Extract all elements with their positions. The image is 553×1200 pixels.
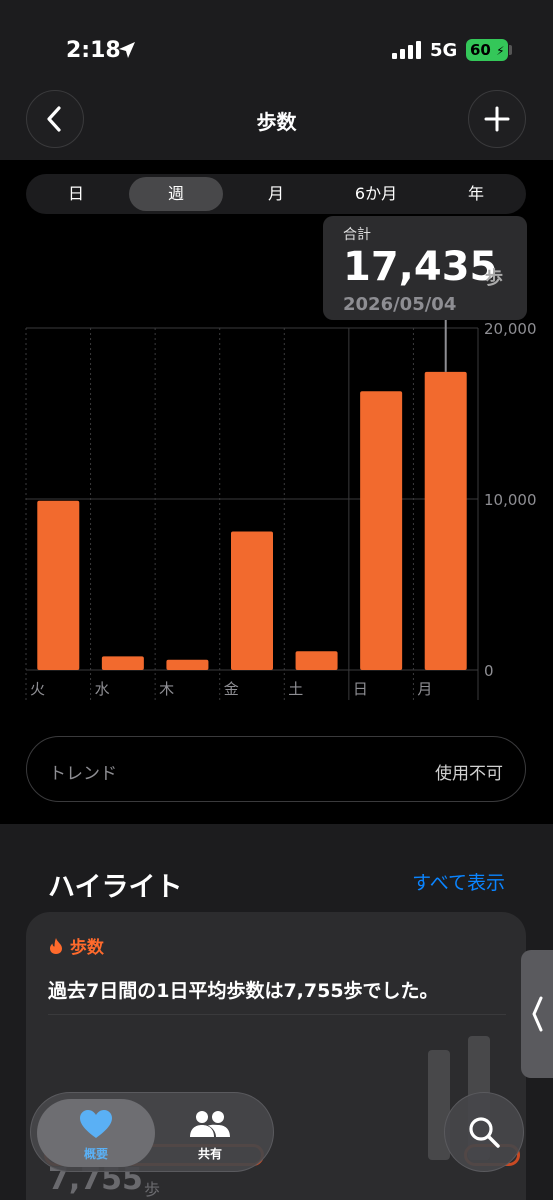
network-type: 5G	[430, 40, 458, 61]
segment-six-months[interactable]: 6か月	[329, 177, 423, 211]
segment-month[interactable]: 月	[229, 177, 323, 211]
x-tick-label: 木	[159, 680, 174, 698]
x-tick-label: 土	[288, 680, 303, 698]
y-tick-label: 0	[484, 662, 494, 680]
chevron-left-icon	[532, 996, 543, 1032]
bar-3[interactable]	[231, 531, 273, 670]
card-divider	[48, 1014, 506, 1015]
bar-0[interactable]	[37, 500, 80, 670]
search-icon	[469, 1117, 500, 1148]
trend-label: トレンド	[49, 764, 117, 784]
callout-label: 合計	[343, 227, 371, 243]
tab-sharing-label: 共有	[197, 1147, 222, 1161]
highlight-unit: 歩	[144, 1180, 161, 1199]
trend-row[interactable]: トレンド 使用不可	[26, 736, 526, 802]
time-range-segmented-control: 日 週 月 6か月 年	[26, 174, 526, 214]
y-tick-label: 10,000	[484, 491, 537, 509]
y-tick-label: 20,000	[484, 320, 537, 338]
battery-tip	[509, 45, 512, 55]
segment-year[interactable]: 年	[429, 177, 523, 211]
x-tick-label: 月	[417, 680, 432, 698]
x-tick-label: 日	[353, 680, 368, 698]
tab-sharing[interactable]: 共有	[151, 1099, 269, 1167]
bar-1[interactable]	[101, 656, 144, 670]
highlight-text: 過去7日間の1日平均歩数は7,755歩でした。	[48, 980, 439, 1002]
callout-date: 2026/05/04	[343, 294, 457, 315]
bar-5[interactable]	[360, 391, 403, 670]
trend-value: 使用不可	[435, 764, 503, 784]
show-all-link[interactable]: すべて表示	[412, 868, 505, 895]
segment-week[interactable]: 週	[129, 177, 223, 211]
bar-4[interactable]	[295, 651, 338, 670]
heart-icon	[80, 1110, 112, 1138]
highlight-category: 歩数	[48, 933, 104, 958]
charging-icon: ⚡	[496, 44, 505, 58]
battery-indicator: 60 ⚡	[466, 39, 508, 61]
bar-2[interactable]	[166, 659, 209, 670]
x-tick-label: 金	[224, 680, 239, 698]
tab-bar: 概要 共有	[30, 1092, 274, 1172]
highlight-category-label: 歩数	[69, 938, 104, 958]
side-panel-handle[interactable]	[521, 950, 553, 1078]
battery-level: 60	[470, 41, 491, 59]
segment-day[interactable]: 日	[29, 177, 123, 211]
add-data-button[interactable]	[468, 90, 526, 148]
x-tick-label: 水	[95, 680, 110, 698]
flame-icon	[50, 938, 62, 954]
selection-callout: 合計 17,435 歩 2026/05/04	[323, 216, 527, 320]
status-bar: 2:18 5G 60 ⚡	[0, 0, 553, 100]
people-icon	[190, 1111, 230, 1137]
callout-unit: 歩	[485, 268, 503, 289]
search-button[interactable]	[444, 1092, 524, 1172]
callout-value: 17,435	[343, 244, 498, 290]
plus-icon	[484, 106, 510, 132]
x-tick-label: 火	[30, 680, 45, 698]
status-time: 2:18	[66, 38, 121, 63]
tab-summary[interactable]: 概要	[37, 1099, 155, 1167]
bar-6[interactable]	[424, 371, 467, 670]
signal-icon	[392, 41, 421, 59]
highlights-title: ハイライト	[48, 872, 183, 903]
tab-summary-label: 概要	[83, 1147, 108, 1161]
location-arrow-icon	[119, 42, 135, 58]
